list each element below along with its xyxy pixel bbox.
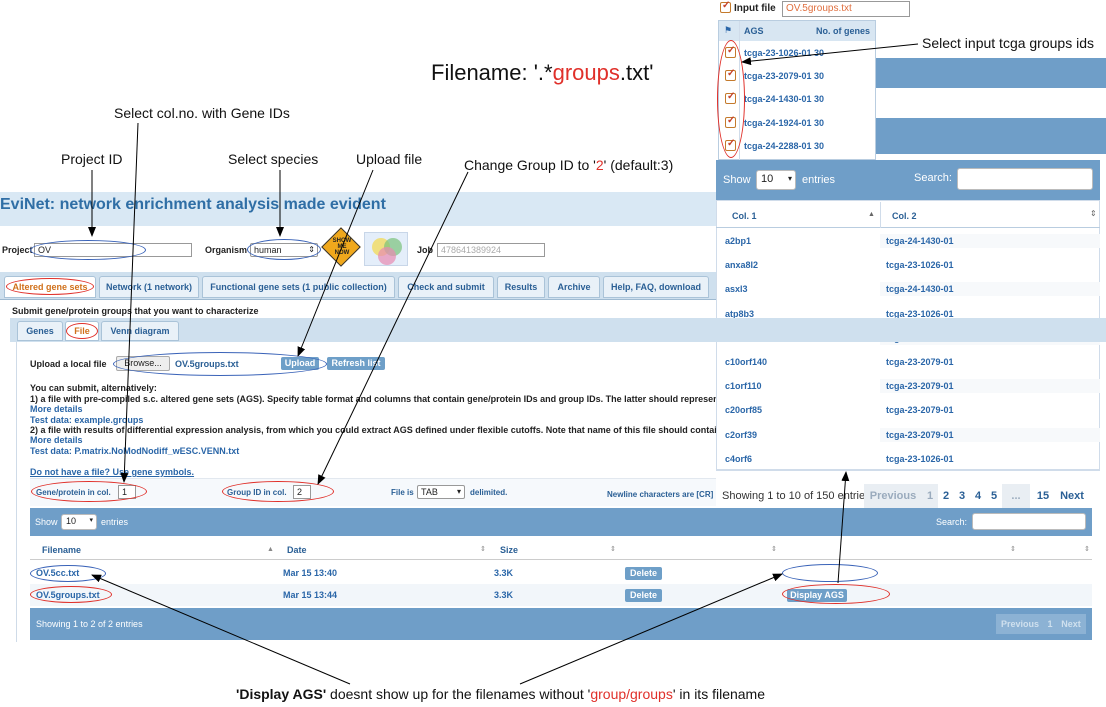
bottom-mid: doesnt show up for the filenames without… [326, 686, 591, 702]
arrow-display-ags [837, 471, 850, 584]
select-tcga-annotation: Select input tcga groups ids [922, 35, 1094, 51]
select-species-annotation: Select species [228, 151, 319, 167]
arrow-bottom-right [519, 573, 783, 685]
upload-file-annotation: Upload file [356, 151, 423, 167]
arrow-group-id [317, 171, 469, 485]
arrow-tcga [741, 43, 919, 66]
arrow-upload [297, 169, 374, 357]
bottom-annotation: 'Display AGS' doesnt show up for the fil… [236, 686, 765, 702]
change-group-suffix: ' (default:3) [603, 157, 674, 173]
arrow-bottom-left [91, 574, 351, 685]
project-id-annotation: Project ID [61, 151, 123, 167]
select-col-annotation: Select col.no. with Gene IDs [114, 105, 290, 121]
filename-regex-annotation: Filename: '.*groups.txt' [431, 60, 653, 86]
bottom-bold: 'Display AGS' [236, 686, 327, 702]
change-group-annotation: Change Group ID to '2' (default:3) [464, 157, 673, 173]
bottom-red: group/groups [590, 686, 673, 702]
change-group-prefix: Change Group ID to ' [464, 157, 596, 173]
regex-prefix: Filename: '.* [431, 60, 553, 85]
arrow-select-col [120, 122, 139, 483]
regex-suffix: .txt' [619, 60, 654, 85]
regex-red: groups [552, 60, 620, 85]
change-group-red: 2 [595, 157, 604, 173]
bottom-end: ' in its filename [672, 686, 765, 702]
